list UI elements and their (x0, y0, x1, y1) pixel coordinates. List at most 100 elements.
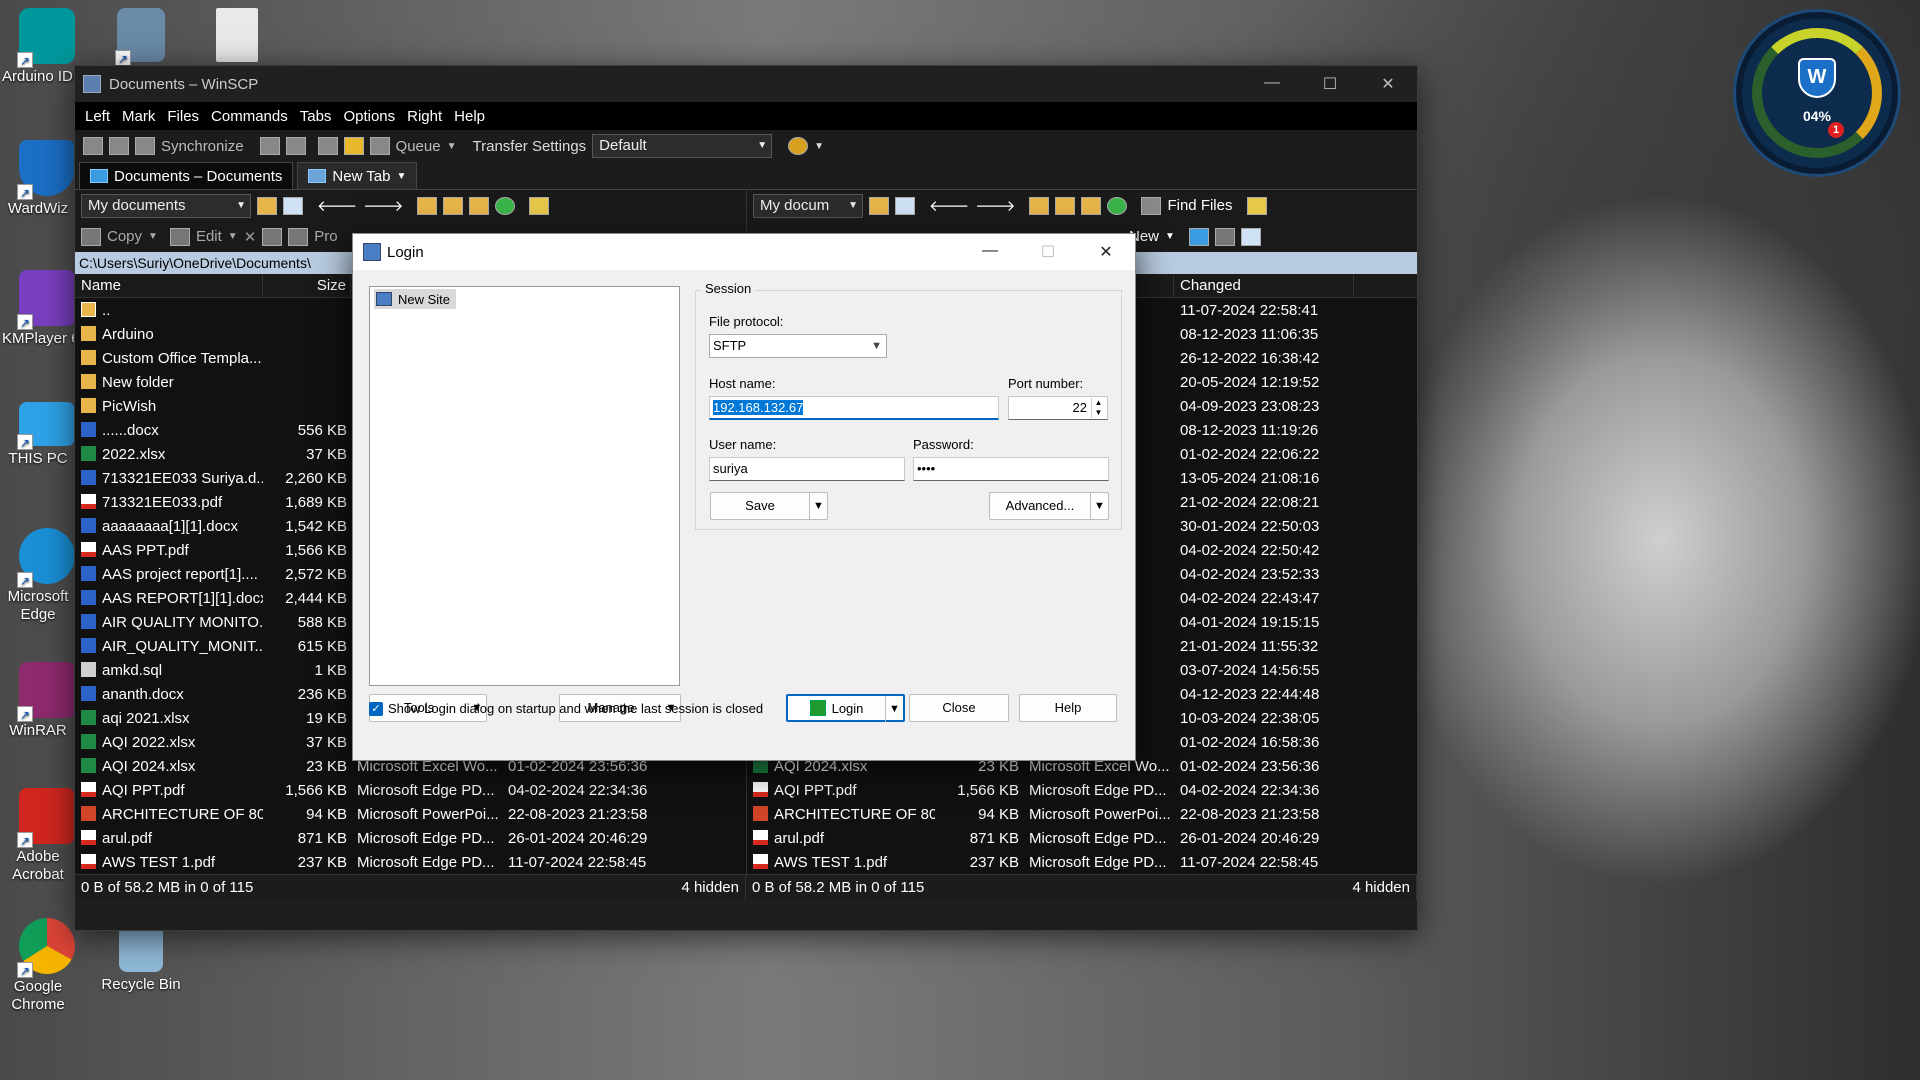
site-item-new-site[interactable]: New Site (374, 289, 457, 309)
checkmark-icon[interactable]: ✓ (369, 701, 383, 716)
preferences-icon[interactable] (317, 137, 338, 155)
compare-directories-icon[interactable] (83, 137, 103, 155)
left-hidden-count[interactable]: 4 hidden (681, 879, 739, 896)
site-list[interactable]: New Site (369, 286, 680, 686)
bookmark-icon[interactable] (529, 196, 550, 215)
filter-icon[interactable] (283, 196, 303, 215)
parent-directory-icon[interactable] (1029, 196, 1050, 215)
add-icon[interactable] (1188, 227, 1209, 246)
sync-browse-icon[interactable] (109, 137, 129, 155)
desktop-icon-text-file[interactable] (192, 8, 282, 66)
security-gadget[interactable]: W 04% 1 (1736, 12, 1898, 174)
menu-tabs[interactable]: Tabs (300, 108, 332, 125)
refresh-icon[interactable] (1107, 196, 1128, 215)
chevron-down-icon[interactable]: ▼ (447, 141, 457, 152)
menu-options[interactable]: Options (343, 108, 395, 125)
close-icon[interactable]: ✕ (1359, 74, 1417, 94)
column-header-size[interactable]: Size (263, 273, 351, 298)
putty-icon[interactable] (285, 137, 306, 155)
back-arrow-icon[interactable]: 🡐 (929, 196, 969, 215)
bookmark-icon[interactable] (1246, 196, 1267, 215)
table-row[interactable]: AQI PPT.pdf 1,566 KB Microsoft Edge PD... 0… (747, 778, 1417, 802)
terminal-icon[interactable] (259, 137, 280, 155)
menu-help[interactable]: Help (454, 108, 485, 125)
close-icon[interactable]: ✕ (1077, 242, 1135, 262)
filter-icon[interactable] (895, 196, 915, 215)
chevron-down-icon[interactable]: ▼ (814, 141, 824, 152)
select-all-icon[interactable] (1214, 227, 1235, 246)
rename-icon[interactable] (262, 227, 283, 246)
refresh-sync-icon[interactable] (788, 137, 809, 155)
desktop-icon-file-lock[interactable]: ↗ (96, 8, 186, 66)
right-hidden-count[interactable]: 4 hidden (1352, 879, 1410, 896)
close-button[interactable]: Close (909, 694, 1009, 722)
synchronize-button[interactable]: Synchronize (161, 138, 244, 155)
table-row[interactable]: ARCHITECTURE OF 80... 94 KB Microsoft Powe… (75, 802, 746, 826)
chevron-down-icon[interactable]: ▼ (228, 231, 238, 242)
save-button[interactable]: Save ▼ (710, 492, 828, 520)
root-directory-icon[interactable] (443, 196, 464, 215)
chevron-down-icon[interactable]: ▼ (809, 493, 827, 519)
help-button[interactable]: Help (1019, 694, 1117, 722)
open-folder-icon[interactable] (869, 196, 889, 215)
table-row[interactable]: AWS TEST 1.pdf 237 KB Microsoft Edge PD...… (75, 850, 746, 874)
table-row[interactable]: arul.pdf 871 KB Microsoft Edge PD... 26-01-… (747, 826, 1417, 850)
properties-button[interactable]: Pro (314, 228, 337, 245)
password-input[interactable]: •••• (913, 457, 1109, 481)
host-name-input[interactable]: 192.168.132.67 (709, 396, 999, 420)
port-number-input[interactable]: 22 ▲ ▼ (1008, 396, 1108, 420)
queue-button[interactable]: Queue (396, 138, 441, 155)
copy-button[interactable]: Copy (107, 228, 142, 245)
tab-documents[interactable]: Documents – Documents (79, 162, 294, 189)
chevron-down-icon[interactable]: ▼ (885, 696, 903, 722)
chevron-down-icon[interactable]: ▼ (148, 231, 158, 242)
column-header-changed[interactable]: Changed (1174, 273, 1354, 298)
parent-directory-icon[interactable] (417, 196, 438, 215)
tab-new[interactable]: New Tab ▼ (297, 162, 418, 189)
table-row[interactable]: arul.pdf 871 KB Microsoft Edge PD... 26-01-… (75, 826, 746, 850)
table-row[interactable]: ARCHITECTURE OF 80... 94 KB Microsoft Powe… (747, 802, 1417, 826)
edit-icon[interactable] (169, 227, 190, 246)
left-location-select[interactable]: My documents ▼ (81, 193, 251, 218)
right-location-select[interactable]: My docum ▼ (753, 193, 863, 218)
transfer-settings-select[interactable]: Default ▼ (592, 134, 773, 158)
protocol-select[interactable]: SFTP ▼ (709, 334, 887, 358)
menu-commands[interactable]: Commands (211, 108, 288, 125)
show-login-checkbox[interactable]: ✓ Show Login dialog on startup and when … (369, 701, 763, 716)
port-spinner-icon[interactable]: ▲ ▼ (1091, 398, 1105, 418)
chevron-down-icon[interactable]: ▼ (1090, 493, 1108, 519)
menu-mark[interactable]: Mark (122, 108, 155, 125)
menu-right[interactable]: Right (407, 108, 442, 125)
maximize-icon[interactable]: ☐ (1301, 74, 1359, 94)
delete-icon[interactable]: ✕ (244, 228, 257, 246)
desktop-icon-chrome[interactable]: ↗ Google Chrome (2, 918, 92, 1014)
column-header-name[interactable]: Name (75, 273, 263, 298)
advanced-button[interactable]: Advanced... ▼ (989, 492, 1109, 520)
properties-icon[interactable] (288, 227, 309, 246)
refresh-icon[interactable] (495, 196, 516, 215)
home-icon[interactable] (469, 196, 490, 215)
minimize-icon[interactable]: — (1243, 74, 1301, 94)
menu-files[interactable]: Files (167, 108, 199, 125)
table-row[interactable]: AQI PPT.pdf 1,566 KB Microsoft Edge PD... 0… (75, 778, 746, 802)
copy-icon[interactable] (81, 227, 101, 246)
synchronize-icon[interactable] (135, 137, 155, 155)
forward-arrow-icon[interactable]: 🡒 (363, 196, 403, 215)
table-row[interactable]: AWS TEST 1.pdf 237 KB Microsoft Edge PD...… (747, 850, 1417, 874)
minimize-icon[interactable]: — (961, 242, 1019, 262)
login-button[interactable]: Login ▼ (786, 694, 905, 722)
find-files-button[interactable]: Find Files (1167, 197, 1232, 214)
menu-left[interactable]: Left (85, 108, 110, 125)
home-icon[interactable] (1081, 196, 1102, 215)
back-arrow-icon[interactable]: 🡐 (317, 196, 357, 215)
edit-button[interactable]: Edit (196, 228, 222, 245)
chevron-down-icon[interactable]: ▼ (1165, 231, 1175, 242)
gear-icon[interactable] (343, 137, 364, 155)
find-files-icon[interactable] (1141, 196, 1162, 215)
desktop-icon-recycle-bin[interactable]: Recycle Bin (96, 924, 186, 994)
queue-icon[interactable] (369, 137, 390, 155)
filter-select-icon[interactable] (1240, 227, 1261, 246)
forward-arrow-icon[interactable]: 🡒 (975, 196, 1015, 215)
username-input[interactable]: suriya (709, 457, 905, 481)
open-folder-icon[interactable] (257, 196, 277, 215)
